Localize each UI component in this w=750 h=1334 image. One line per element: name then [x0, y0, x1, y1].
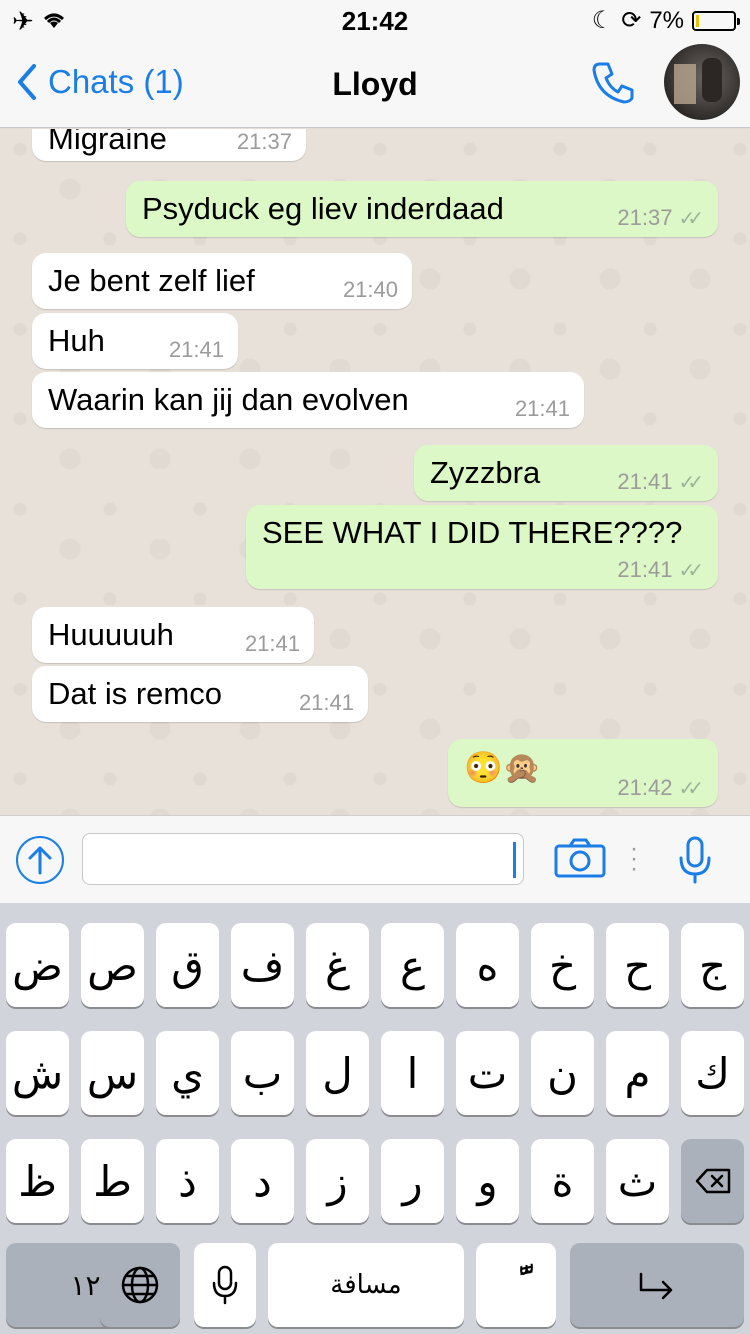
message-text: SEE WHAT I DID THERE???? — [262, 515, 683, 550]
message-bubble-outgoing[interactable]: Zyzzbra 21:41 ✓✓ — [414, 445, 718, 501]
key-row2[interactable]: س — [81, 1031, 144, 1115]
avatar[interactable] — [664, 44, 740, 120]
key-row3[interactable]: ظ — [6, 1139, 69, 1223]
status-right: ☾ ⟳ 7% — [591, 6, 740, 35]
status-bar: ✈ 21:42 ☾ ⟳ 7% — [0, 0, 750, 40]
moon-icon: ☾ — [591, 7, 614, 34]
message-time: 21:37 — [236, 129, 292, 154]
key-row2[interactable]: ت — [456, 1031, 519, 1115]
message-bubble-outgoing[interactable]: Psyduck eg liev inderdaad 21:37 ✓✓ — [126, 181, 718, 237]
message-time: 21:41 — [298, 690, 354, 715]
key-row1[interactable]: ص — [81, 923, 144, 1007]
key-row1[interactable]: ج — [681, 923, 744, 1007]
key-row3[interactable]: ر — [381, 1139, 444, 1223]
key-row3[interactable]: ة — [531, 1139, 594, 1223]
backspace-icon[interactable] — [681, 1139, 744, 1223]
key-row2[interactable]: ل — [306, 1031, 369, 1115]
battery-icon — [692, 10, 740, 31]
chat-area[interactable]: Migraine 21:37 Psyduck eg liev inderdaad… — [0, 129, 750, 815]
keyboard: ض ص ق ف غ ع ه خ ح ج ش س ي ب ل ا ت ن م ك … — [0, 903, 750, 1334]
message-input[interactable] — [82, 833, 524, 885]
message-bubble-incoming[interactable]: Je bent zelf lief 21:40 — [32, 253, 412, 309]
key-row3[interactable]: ز — [306, 1139, 369, 1223]
key-row2[interactable]: ب — [231, 1031, 294, 1115]
battery-percent: 7% — [649, 6, 684, 34]
tanween-key[interactable]: ًّ — [476, 1243, 556, 1327]
key-row1[interactable]: ه — [456, 923, 519, 1007]
key-row3[interactable]: ط — [81, 1139, 144, 1223]
message-time: 21:40 — [342, 277, 398, 302]
message-bubble-outgoing[interactable]: SEE WHAT I DID THERE???? 21:41 ✓✓ — [246, 505, 718, 589]
return-icon[interactable] — [570, 1243, 744, 1327]
message-text: Waarin kan jij dan evolven — [48, 382, 409, 417]
dictation-microphone-icon[interactable] — [194, 1243, 256, 1327]
orientation-lock-icon: ⟳ — [621, 7, 642, 34]
key-row1[interactable]: غ — [306, 923, 369, 1007]
key-row3[interactable]: د — [231, 1139, 294, 1223]
nav-bar: Chats (1) Lloyd — [0, 40, 750, 128]
key-row3[interactable]: ذ — [156, 1139, 219, 1223]
read-ticks-icon: ✓✓ — [678, 207, 703, 230]
message-bubble-incoming[interactable]: Dat is remco 21:41 — [32, 666, 368, 722]
key-row1[interactable]: ض — [6, 923, 69, 1007]
read-ticks-icon: ✓✓ — [678, 559, 703, 582]
message-time: 21:41 — [168, 337, 224, 362]
read-ticks-icon: ✓✓ — [678, 777, 703, 800]
phone-icon[interactable] — [590, 58, 638, 111]
back-button[interactable]: Chats (1) — [14, 62, 184, 102]
space-key[interactable]: مسافة — [268, 1243, 464, 1327]
key-row1[interactable]: خ — [531, 923, 594, 1007]
message-time: 21:41 — [514, 396, 570, 421]
back-label: Chats (1) — [48, 63, 184, 100]
message-bubble-incoming[interactable]: Waarin kan jij dan evolven 21:41 — [32, 372, 584, 428]
key-row2[interactable]: ك — [681, 1031, 744, 1115]
message-time: 21:41 — [617, 557, 673, 582]
key-row1[interactable]: ع — [381, 923, 444, 1007]
message-time: 21:41 — [617, 469, 673, 494]
key-row2[interactable]: ي — [156, 1031, 219, 1115]
key-row2[interactable]: ن — [531, 1031, 594, 1115]
key-row3[interactable]: ث — [606, 1139, 669, 1223]
read-ticks-icon: ✓✓ — [678, 471, 703, 494]
message-time: 21:41 — [244, 631, 300, 656]
key-row2[interactable]: م — [606, 1031, 669, 1115]
key-row3[interactable]: و — [456, 1139, 519, 1223]
message-bubble-incoming[interactable]: Huuuuuh 21:41 — [32, 607, 314, 663]
key-row1[interactable]: ق — [156, 923, 219, 1007]
camera-icon[interactable] — [554, 838, 606, 883]
globe-icon[interactable] — [100, 1243, 180, 1327]
message-composer: · · · — [0, 815, 750, 903]
key-row1[interactable]: ح — [606, 923, 669, 1007]
message-bubble-outgoing[interactable]: 😳🙊 21:42 ✓✓ — [448, 739, 718, 807]
more-icon[interactable]: · · · — [630, 837, 638, 881]
upload-icon[interactable] — [16, 836, 64, 884]
message-time: 21:37 — [617, 205, 673, 230]
key-row2[interactable]: ا — [381, 1031, 444, 1115]
chevron-left-icon — [18, 64, 36, 100]
key-row2[interactable]: ش — [6, 1031, 69, 1115]
microphone-icon[interactable] — [678, 836, 712, 889]
message-bubble-incoming[interactable]: Migraine 21:37 — [32, 129, 306, 161]
key-row1[interactable]: ف — [231, 923, 294, 1007]
message-bubble-incoming[interactable]: Huh 21:41 — [32, 313, 238, 369]
message-time: 21:42 — [617, 775, 673, 800]
text-caret — [513, 842, 516, 878]
